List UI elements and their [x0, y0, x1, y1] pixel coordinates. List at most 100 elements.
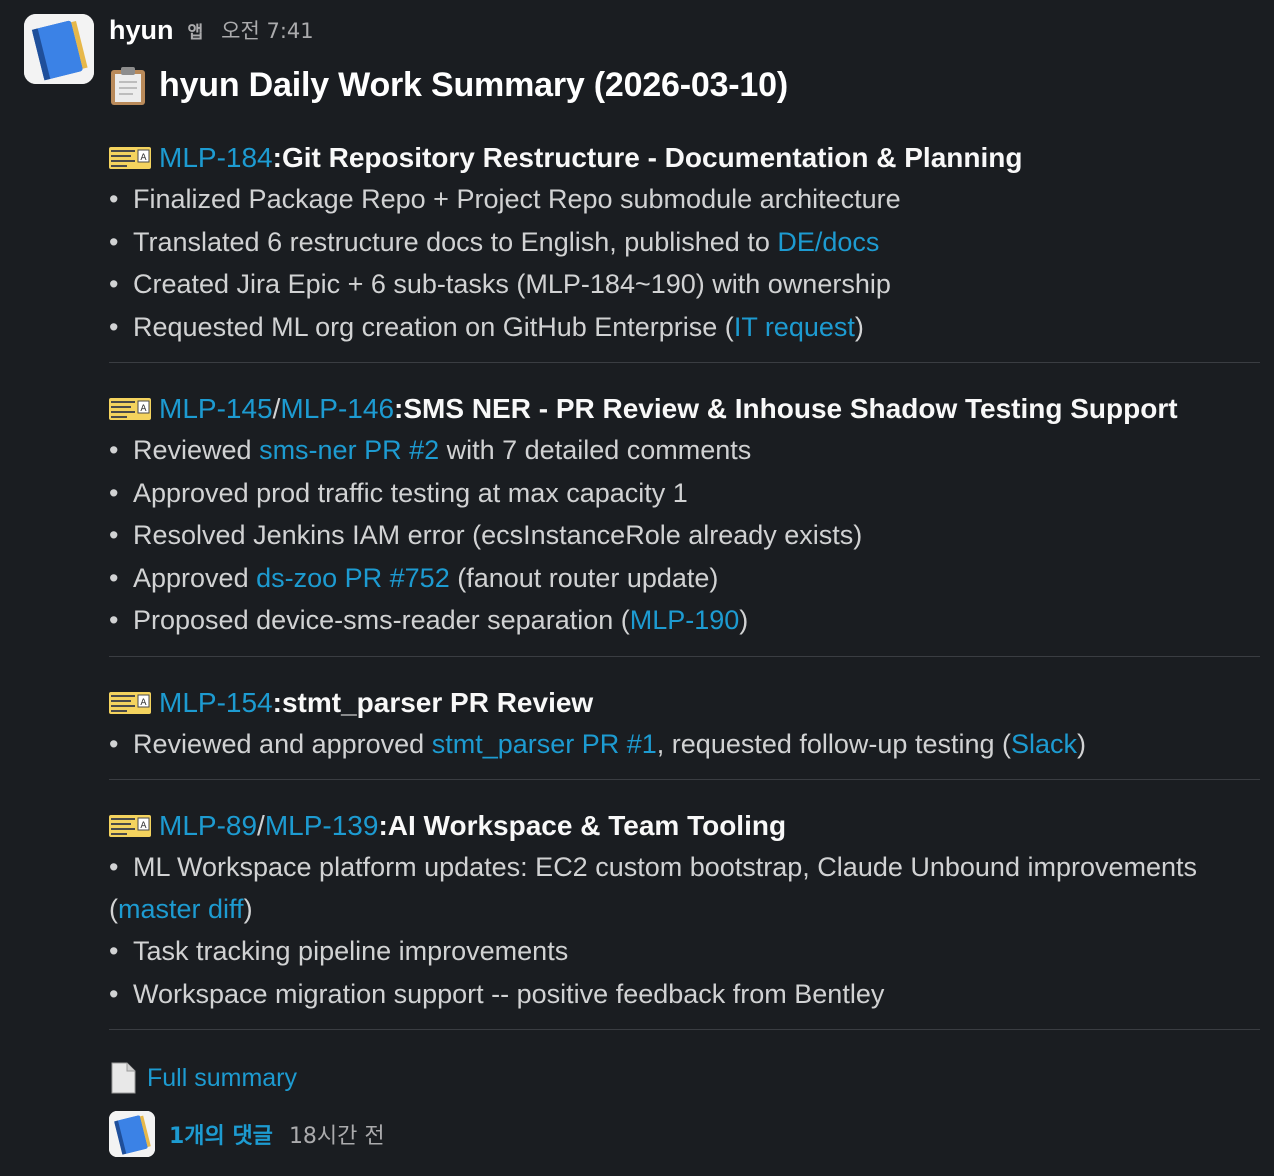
bullet-text: Created Jira Epic + 6 sub-tasks (MLP-184… [133, 269, 891, 299]
bullet-dot: • [109, 562, 119, 593]
bullet-dot: • [109, 936, 119, 966]
link-separator: / [257, 810, 265, 841]
bullet-text: ) [854, 311, 864, 342]
list-item: • Translated 6 restructure docs to Englis… [109, 221, 1264, 264]
heading-colon: : [272, 686, 282, 718]
reply-time: 18시간 전 [288, 1124, 385, 1149]
list-item: • Task tracking pipeline improvements [109, 930, 1264, 973]
app-badge: 앱 [187, 22, 204, 43]
notebook-icon [109, 1111, 155, 1157]
bullet-dot: • [109, 728, 119, 759]
ticket-link[interactable]: MLP-146 [280, 393, 394, 425]
bullet-text: Proposed device-sms-reader separation ( [133, 605, 630, 635]
section-title: AI Workspace & Team Tooling [387, 810, 787, 841]
link-separator: / [272, 393, 281, 424]
ticket-link[interactable]: MLP-139 [265, 810, 379, 842]
list-item: • Finalized Package Repo + Project Repo s… [109, 178, 1264, 221]
inline-link[interactable]: Slack [1011, 729, 1077, 759]
bullet-text: ) [243, 894, 253, 924]
bullet-text: Workspace migration support -- positive … [133, 978, 885, 1009]
svg-text:A: A [140, 698, 147, 708]
list-item: • Approved prod traffic testing at max ca… [109, 472, 1264, 515]
section-divider [109, 655, 1260, 657]
bullet-dot: • [109, 520, 119, 550]
bullet-dot: • [109, 311, 119, 342]
list-item: • ML Workspace platform updates: EC2 cust… [109, 846, 1264, 930]
bullet-text: (fanout router update) [449, 562, 719, 593]
timestamp[interactable]: 오전 7:41 [221, 15, 313, 45]
list-item: • Resolved Jenkins IAM error (ecsInstance… [109, 514, 1264, 557]
thread-avatar [109, 1111, 155, 1157]
inline-link[interactable]: IT request [734, 312, 855, 342]
list-item: • Created Jira Epic + 6 sub-tasks (MLP-18… [109, 263, 1264, 306]
bullet-text: , requested follow-up testing ( [656, 728, 1011, 759]
svg-text:A: A [140, 153, 147, 163]
bullet-list: • Finalized Package Repo + Project Repo s… [109, 178, 1264, 348]
bullet-text: Reviewed [133, 435, 260, 465]
message-title: hyun Daily Work Summary (2026-03-10) [159, 65, 788, 104]
avatar[interactable] [24, 14, 94, 84]
ticket-link[interactable]: MLP-154 [159, 687, 273, 719]
ticket-icon: A [109, 398, 151, 420]
bullet-dot: • [109, 226, 119, 257]
ticket-icon: A [109, 815, 151, 837]
inline-link[interactable]: MLP-190 [630, 605, 740, 635]
reply-count[interactable]: 1개의 댓글 [169, 1118, 273, 1150]
section-heading: A MLP-154: stmt_parser PR Review [109, 683, 1264, 723]
list-item: • Proposed device-sms-reader separation (… [109, 599, 1264, 642]
section-divider [109, 362, 1260, 363]
list-item: • Approved ds-zoo PR #752 (fanout router … [109, 557, 1264, 600]
message-body: hyun 앱 오전 7:41 hyun Daily Work Summary (… [109, 8, 1264, 1158]
list-item: • Reviewed and approved stmt_parser PR #1… [109, 723, 1264, 766]
attachment[interactable]: Full summary [109, 1060, 1264, 1096]
thread-summary[interactable]: 1개의 댓글 18시간 전 [109, 1110, 1264, 1158]
section-heading: A MLP-89 / MLP-139: AI Workspace & Team T… [109, 806, 1264, 846]
summary-section: A MLP-184: Git Repository Restructure - D… [109, 138, 1264, 363]
ticket-link[interactable]: MLP-89 [159, 810, 257, 842]
bullet-text: ML Workspace platform updates: EC2 custo… [109, 852, 1198, 924]
ticket-link[interactable]: MLP-145 [159, 393, 273, 425]
bullet-dot: • [109, 978, 119, 1009]
message-title-line: hyun Daily Work Summary (2026-03-10) [109, 56, 1264, 114]
heading-colon: : [394, 393, 404, 424]
bullet-text: ) [739, 605, 749, 635]
section-heading: A MLP-145 / MLP-146: SMS NER - PR Review … [109, 389, 1264, 429]
summary-section: A MLP-145 / MLP-146: SMS NER - PR Review … [109, 389, 1264, 657]
section-divider [109, 1029, 1260, 1030]
bullet-dot: • [109, 269, 119, 299]
summary-section: A MLP-89 / MLP-139: AI Workspace & Team T… [109, 806, 1264, 1030]
inline-link[interactable]: stmt_parser PR #1 [432, 729, 657, 759]
section-divider [109, 779, 1260, 780]
bullet-dot: • [109, 852, 119, 882]
bullet-text: Task tracking pipeline improvements [133, 936, 569, 966]
summary-sections: A MLP-184: Git Repository Restructure - D… [109, 138, 1264, 1030]
ticket-link[interactable]: MLP-184 [159, 142, 273, 174]
bullet-text: Approved prod traffic testing at max cap… [133, 477, 688, 508]
bullet-text: Reviewed and approved [133, 728, 432, 759]
bullet-text: Finalized Package Repo + Project Repo su… [133, 184, 901, 214]
clipboard-icon [111, 67, 145, 105]
bullet-dot: • [109, 184, 119, 214]
inline-link[interactable]: master diff [118, 894, 244, 924]
section-title: SMS NER - PR Review & Inhouse Shadow Tes… [403, 393, 1178, 424]
bullet-dot: • [109, 477, 119, 508]
list-item: • Reviewed sms-ner PR #2 with 7 detailed … [109, 429, 1264, 472]
svg-text:A: A [140, 404, 147, 414]
bullet-text: Approved [133, 562, 257, 593]
section-title: Git Repository Restructure - Documentati… [281, 142, 1023, 173]
message: hyun 앱 오전 7:41 hyun Daily Work Summary (… [0, 0, 1274, 1176]
section-heading: A MLP-184: Git Repository Restructure - D… [109, 138, 1264, 178]
section-title: stmt_parser PR Review [281, 686, 594, 718]
inline-link[interactable]: sms-ner PR #2 [259, 435, 439, 465]
heading-colon: : [272, 142, 282, 173]
attachment-label[interactable]: Full summary [147, 1064, 297, 1093]
document-icon [111, 1062, 136, 1094]
inline-link[interactable]: ds-zoo PR #752 [256, 563, 450, 593]
list-item: • Workspace migration support -- positive… [109, 973, 1264, 1016]
sender-name[interactable]: hyun [109, 15, 174, 46]
notebook-icon [24, 14, 94, 84]
ticket-icon: A [109, 691, 151, 714]
heading-colon: : [378, 810, 388, 841]
bullet-dot: • [109, 435, 119, 465]
inline-link[interactable]: DE/docs [777, 227, 879, 257]
